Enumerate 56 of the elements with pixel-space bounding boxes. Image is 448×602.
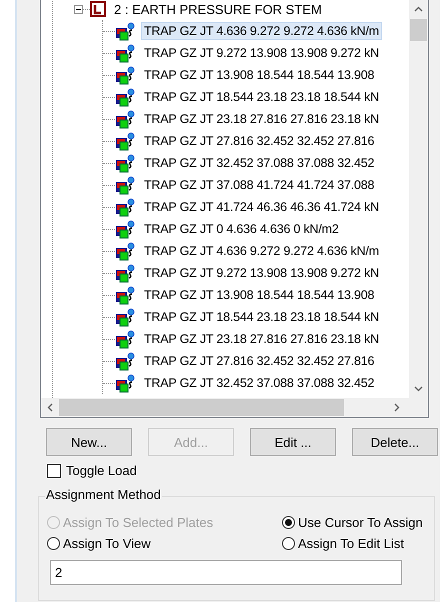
scroll-down-icon[interactable] — [414, 384, 423, 393]
cubes-icon — [115, 66, 135, 84]
checkbox-label: Toggle Load — [66, 463, 137, 478]
radio-button[interactable] — [282, 516, 295, 529]
tree-item[interactable]: TRAP GZ JT 13.908 18.544 18.544 13.908 — [142, 67, 376, 83]
cubes-icon — [115, 198, 135, 216]
tree-item[interactable]: TRAP GZ JT 0 4.636 4.636 0 kN/m2 — [142, 221, 341, 237]
cubes-icon — [115, 264, 135, 282]
radio-button[interactable] — [47, 537, 60, 550]
tree-item[interactable]: TRAP GZ JT 41.724 46.36 46.36 41.724 kN — [142, 199, 381, 215]
cubes-icon — [115, 330, 135, 348]
cubes-icon — [115, 132, 135, 150]
input-field[interactable]: 2 — [50, 560, 402, 585]
tree-item[interactable]: TRAP GZ JT 9.272 13.908 13.908 9.272 kN — [142, 45, 381, 61]
tree-item[interactable]: TRAP GZ JT 13.908 18.544 18.544 13.908 — [142, 287, 376, 303]
tree-item[interactable]: TRAP GZ JT 9.272 13.908 13.908 9.272 kN — [142, 265, 381, 281]
cubes-icon — [115, 308, 135, 326]
cubes-icon — [115, 176, 135, 194]
radio-button[interactable] — [282, 537, 295, 550]
tree-item[interactable]: TRAP GZ JT 18.544 23.18 23.18 18.544 kN — [142, 309, 381, 325]
scrollbar-thumb[interactable] — [59, 399, 344, 416]
radio-label: Assign To Edit List — [298, 536, 404, 551]
cubes-icon — [115, 374, 135, 392]
scroll-left-icon[interactable] — [46, 403, 55, 412]
radio-label: Assign To View — [63, 536, 151, 551]
scroll-up-icon[interactable] — [414, 5, 423, 14]
cubes-icon — [115, 154, 135, 172]
tree-item[interactable]: TRAP GZ JT 4.636 9.272 9.272 4.636 kN/m — [142, 243, 381, 259]
group-title: Assignment Method — [45, 487, 162, 502]
tree-item[interactable]: TRAP GZ JT 23.18 27.816 27.816 23.18 kN — [142, 111, 381, 127]
cubes-icon — [115, 352, 135, 370]
tree-item[interactable]: TRAP GZ JT 18.544 23.18 23.18 18.544 kN — [142, 89, 381, 105]
cubes-icon — [115, 110, 135, 128]
scroll-right-icon[interactable] — [392, 403, 401, 412]
tree-group-label[interactable]: 2 : EARTH PRESSURE FOR STEM — [114, 2, 322, 16]
cubes-icon — [115, 88, 135, 106]
scrollbar-thumb[interactable] — [410, 19, 427, 41]
cubes-icon — [115, 220, 135, 238]
checkbox[interactable] — [47, 464, 61, 478]
cubes-icon — [115, 242, 135, 260]
tree-item[interactable]: TRAP GZ JT 32.452 37.088 37.088 32.452 — [142, 155, 376, 171]
cubes-icon — [115, 22, 135, 40]
tree-item[interactable]: TRAP GZ JT 23.18 27.816 27.816 23.18 kN — [142, 331, 381, 347]
cubes-icon — [115, 286, 135, 304]
collapse-icon[interactable] — [74, 4, 83, 14]
tree-item[interactable]: TRAP GZ JT 4.636 9.272 9.272 4.636 kN/m — [142, 23, 381, 39]
radio-label: Use Cursor To Assign — [298, 515, 423, 530]
radio-label: Assign To Selected Plates — [63, 515, 214, 530]
dialog-button[interactable]: Edit ... — [250, 428, 336, 456]
tree-item[interactable]: TRAP GZ JT 32.452 37.088 37.088 32.452 — [142, 375, 376, 391]
dialog-button[interactable]: Delete... — [352, 428, 438, 456]
dialog-button[interactable]: New... — [46, 428, 132, 456]
tree-item[interactable]: TRAP GZ JT 27.816 32.452 32.452 27.816 — [142, 133, 376, 149]
tree-item[interactable]: TRAP GZ JT 37.088 41.724 41.724 37.088 — [142, 177, 376, 193]
tree-item[interactable]: TRAP GZ JT 27.816 32.452 32.452 27.816 — [142, 353, 376, 369]
cubes-icon — [115, 44, 135, 62]
